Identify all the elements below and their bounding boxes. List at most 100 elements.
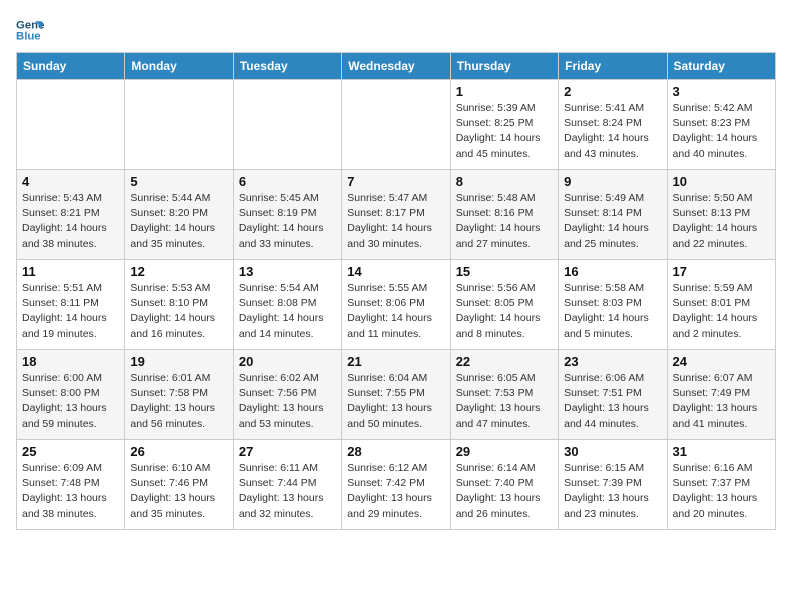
calendar-cell: 24 Sunrise: 6:07 AMSunset: 7:49 PMDayligh… — [667, 350, 775, 440]
calendar-table: SundayMondayTuesdayWednesdayThursdayFrid… — [16, 52, 776, 530]
day-number: 2 — [564, 84, 661, 99]
day-number: 11 — [22, 264, 119, 279]
day-info: Sunrise: 6:09 AMSunset: 7:48 PMDaylight:… — [22, 461, 119, 522]
day-number: 1 — [456, 84, 553, 99]
day-info: Sunrise: 6:10 AMSunset: 7:46 PMDaylight:… — [130, 461, 227, 522]
day-number: 21 — [347, 354, 444, 369]
day-info: Sunrise: 5:48 AMSunset: 8:16 PMDaylight:… — [456, 191, 553, 252]
day-info: Sunrise: 6:11 AMSunset: 7:44 PMDaylight:… — [239, 461, 336, 522]
calendar-cell: 9Sunrise: 5:49 AMSunset: 8:14 PMDaylight… — [559, 170, 667, 260]
day-number: 24 — [673, 354, 770, 369]
day-info: Sunrise: 6:01 AMSunset: 7:58 PMDaylight:… — [130, 371, 227, 432]
day-number: 15 — [456, 264, 553, 279]
calendar-header: SundayMondayTuesdayWednesdayThursdayFrid… — [17, 53, 776, 80]
svg-text:Blue: Blue — [16, 31, 41, 43]
day-info: Sunrise: 6:12 AMSunset: 7:42 PMDaylight:… — [347, 461, 444, 522]
calendar-cell — [17, 80, 125, 170]
day-number: 5 — [130, 174, 227, 189]
calendar-cell: 18Sunrise: 6:00 AMSunset: 8:00 PMDayligh… — [17, 350, 125, 440]
day-info: Sunrise: 6:06 AMSunset: 7:51 PMDaylight:… — [564, 371, 661, 432]
day-info: Sunrise: 5:53 AMSunset: 8:10 PMDaylight:… — [130, 281, 227, 342]
day-header-monday: Monday — [125, 53, 233, 80]
calendar-cell: 26 Sunrise: 6:10 AMSunset: 7:46 PMDayligh… — [125, 440, 233, 530]
day-info: Sunrise: 6:07 AMSunset: 7:49 PMDaylight:… — [673, 371, 770, 432]
day-number: 25 — [22, 444, 119, 459]
day-info: Sunrise: 5:50 AMSunset: 8:13 PMDaylight:… — [673, 191, 770, 252]
calendar-cell: 28 Sunrise: 6:12 AMSunset: 7:42 PMDayligh… — [342, 440, 450, 530]
calendar-cell: 12Sunrise: 5:53 AMSunset: 8:10 PMDayligh… — [125, 260, 233, 350]
day-number: 17 — [673, 264, 770, 279]
calendar-week-5: 25 Sunrise: 6:09 AMSunset: 7:48 PMDayligh… — [17, 440, 776, 530]
day-info: Sunrise: 6:14 AMSunset: 7:40 PMDaylight:… — [456, 461, 553, 522]
calendar-cell: 19Sunrise: 6:01 AMSunset: 7:58 PMDayligh… — [125, 350, 233, 440]
day-number: 28 — [347, 444, 444, 459]
logo-icon: General Blue — [16, 16, 44, 44]
calendar-cell: 22Sunrise: 6:05 AMSunset: 7:53 PMDayligh… — [450, 350, 558, 440]
calendar-cell: 3 Sunrise: 5:42 AMSunset: 8:23 PMDaylight… — [667, 80, 775, 170]
day-number: 3 — [673, 84, 770, 99]
calendar-cell: 25 Sunrise: 6:09 AMSunset: 7:48 PMDayligh… — [17, 440, 125, 530]
calendar-body: 1 Sunrise: 5:39 AMSunset: 8:25 PMDaylight… — [17, 80, 776, 530]
day-number: 13 — [239, 264, 336, 279]
calendar-cell: 31 Sunrise: 6:16 AMSunset: 7:37 PMDayligh… — [667, 440, 775, 530]
calendar-cell: 27 Sunrise: 6:11 AMSunset: 7:44 PMDayligh… — [233, 440, 341, 530]
calendar-cell: 7 Sunrise: 5:47 AMSunset: 8:17 PMDaylight… — [342, 170, 450, 260]
day-number: 7 — [347, 174, 444, 189]
calendar-cell — [233, 80, 341, 170]
day-number: 23 — [564, 354, 661, 369]
day-info: Sunrise: 6:02 AMSunset: 7:56 PMDaylight:… — [239, 371, 336, 432]
day-number: 29 — [456, 444, 553, 459]
calendar-cell: 2 Sunrise: 5:41 AMSunset: 8:24 PMDaylight… — [559, 80, 667, 170]
day-info: Sunrise: 5:43 AMSunset: 8:21 PMDaylight:… — [22, 191, 119, 252]
day-number: 6 — [239, 174, 336, 189]
day-info: Sunrise: 6:16 AMSunset: 7:37 PMDaylight:… — [673, 461, 770, 522]
day-number: 20 — [239, 354, 336, 369]
header: General Blue — [16, 16, 776, 44]
calendar-cell: 23 Sunrise: 6:06 AMSunset: 7:51 PMDayligh… — [559, 350, 667, 440]
calendar-week-1: 1 Sunrise: 5:39 AMSunset: 8:25 PMDaylight… — [17, 80, 776, 170]
calendar-cell: 6 Sunrise: 5:45 AMSunset: 8:19 PMDaylight… — [233, 170, 341, 260]
day-number: 9 — [564, 174, 661, 189]
calendar-cell: 5 Sunrise: 5:44 AMSunset: 8:20 PMDaylight… — [125, 170, 233, 260]
day-number: 27 — [239, 444, 336, 459]
day-info: Sunrise: 5:51 AMSunset: 8:11 PMDaylight:… — [22, 281, 119, 342]
day-header-saturday: Saturday — [667, 53, 775, 80]
calendar-week-3: 11 Sunrise: 5:51 AMSunset: 8:11 PMDayligh… — [17, 260, 776, 350]
calendar-cell: 11 Sunrise: 5:51 AMSunset: 8:11 PMDayligh… — [17, 260, 125, 350]
day-header-wednesday: Wednesday — [342, 53, 450, 80]
calendar-cell — [125, 80, 233, 170]
day-number: 26 — [130, 444, 227, 459]
logo: General Blue — [16, 16, 48, 44]
calendar-cell: 30Sunrise: 6:15 AMSunset: 7:39 PMDayligh… — [559, 440, 667, 530]
day-info: Sunrise: 5:41 AMSunset: 8:24 PMDaylight:… — [564, 101, 661, 162]
day-info: Sunrise: 5:59 AMSunset: 8:01 PMDaylight:… — [673, 281, 770, 342]
day-info: Sunrise: 5:44 AMSunset: 8:20 PMDaylight:… — [130, 191, 227, 252]
day-number: 14 — [347, 264, 444, 279]
day-header-thursday: Thursday — [450, 53, 558, 80]
day-info: Sunrise: 5:39 AMSunset: 8:25 PMDaylight:… — [456, 101, 553, 162]
calendar-cell: 15 Sunrise: 5:56 AMSunset: 8:05 PMDayligh… — [450, 260, 558, 350]
calendar-cell — [342, 80, 450, 170]
calendar-week-4: 18Sunrise: 6:00 AMSunset: 8:00 PMDayligh… — [17, 350, 776, 440]
day-number: 22 — [456, 354, 553, 369]
day-header-friday: Friday — [559, 53, 667, 80]
calendar-cell: 10Sunrise: 5:50 AMSunset: 8:13 PMDayligh… — [667, 170, 775, 260]
calendar-cell: 14Sunrise: 5:55 AMSunset: 8:06 PMDayligh… — [342, 260, 450, 350]
day-number: 16 — [564, 264, 661, 279]
day-info: Sunrise: 5:42 AMSunset: 8:23 PMDaylight:… — [673, 101, 770, 162]
day-header-sunday: Sunday — [17, 53, 125, 80]
calendar-cell: 17 Sunrise: 5:59 AMSunset: 8:01 PMDayligh… — [667, 260, 775, 350]
calendar-cell: 13 Sunrise: 5:54 AMSunset: 8:08 PMDayligh… — [233, 260, 341, 350]
calendar-week-2: 4 Sunrise: 5:43 AMSunset: 8:21 PMDaylight… — [17, 170, 776, 260]
calendar-cell: 1 Sunrise: 5:39 AMSunset: 8:25 PMDaylight… — [450, 80, 558, 170]
day-number: 18 — [22, 354, 119, 369]
day-info: Sunrise: 5:56 AMSunset: 8:05 PMDaylight:… — [456, 281, 553, 342]
day-header-tuesday: Tuesday — [233, 53, 341, 80]
day-number: 8 — [456, 174, 553, 189]
day-info: Sunrise: 5:58 AMSunset: 8:03 PMDaylight:… — [564, 281, 661, 342]
day-number: 31 — [673, 444, 770, 459]
day-number: 4 — [22, 174, 119, 189]
day-info: Sunrise: 5:45 AMSunset: 8:19 PMDaylight:… — [239, 191, 336, 252]
day-info: Sunrise: 5:54 AMSunset: 8:08 PMDaylight:… — [239, 281, 336, 342]
day-info: Sunrise: 5:47 AMSunset: 8:17 PMDaylight:… — [347, 191, 444, 252]
